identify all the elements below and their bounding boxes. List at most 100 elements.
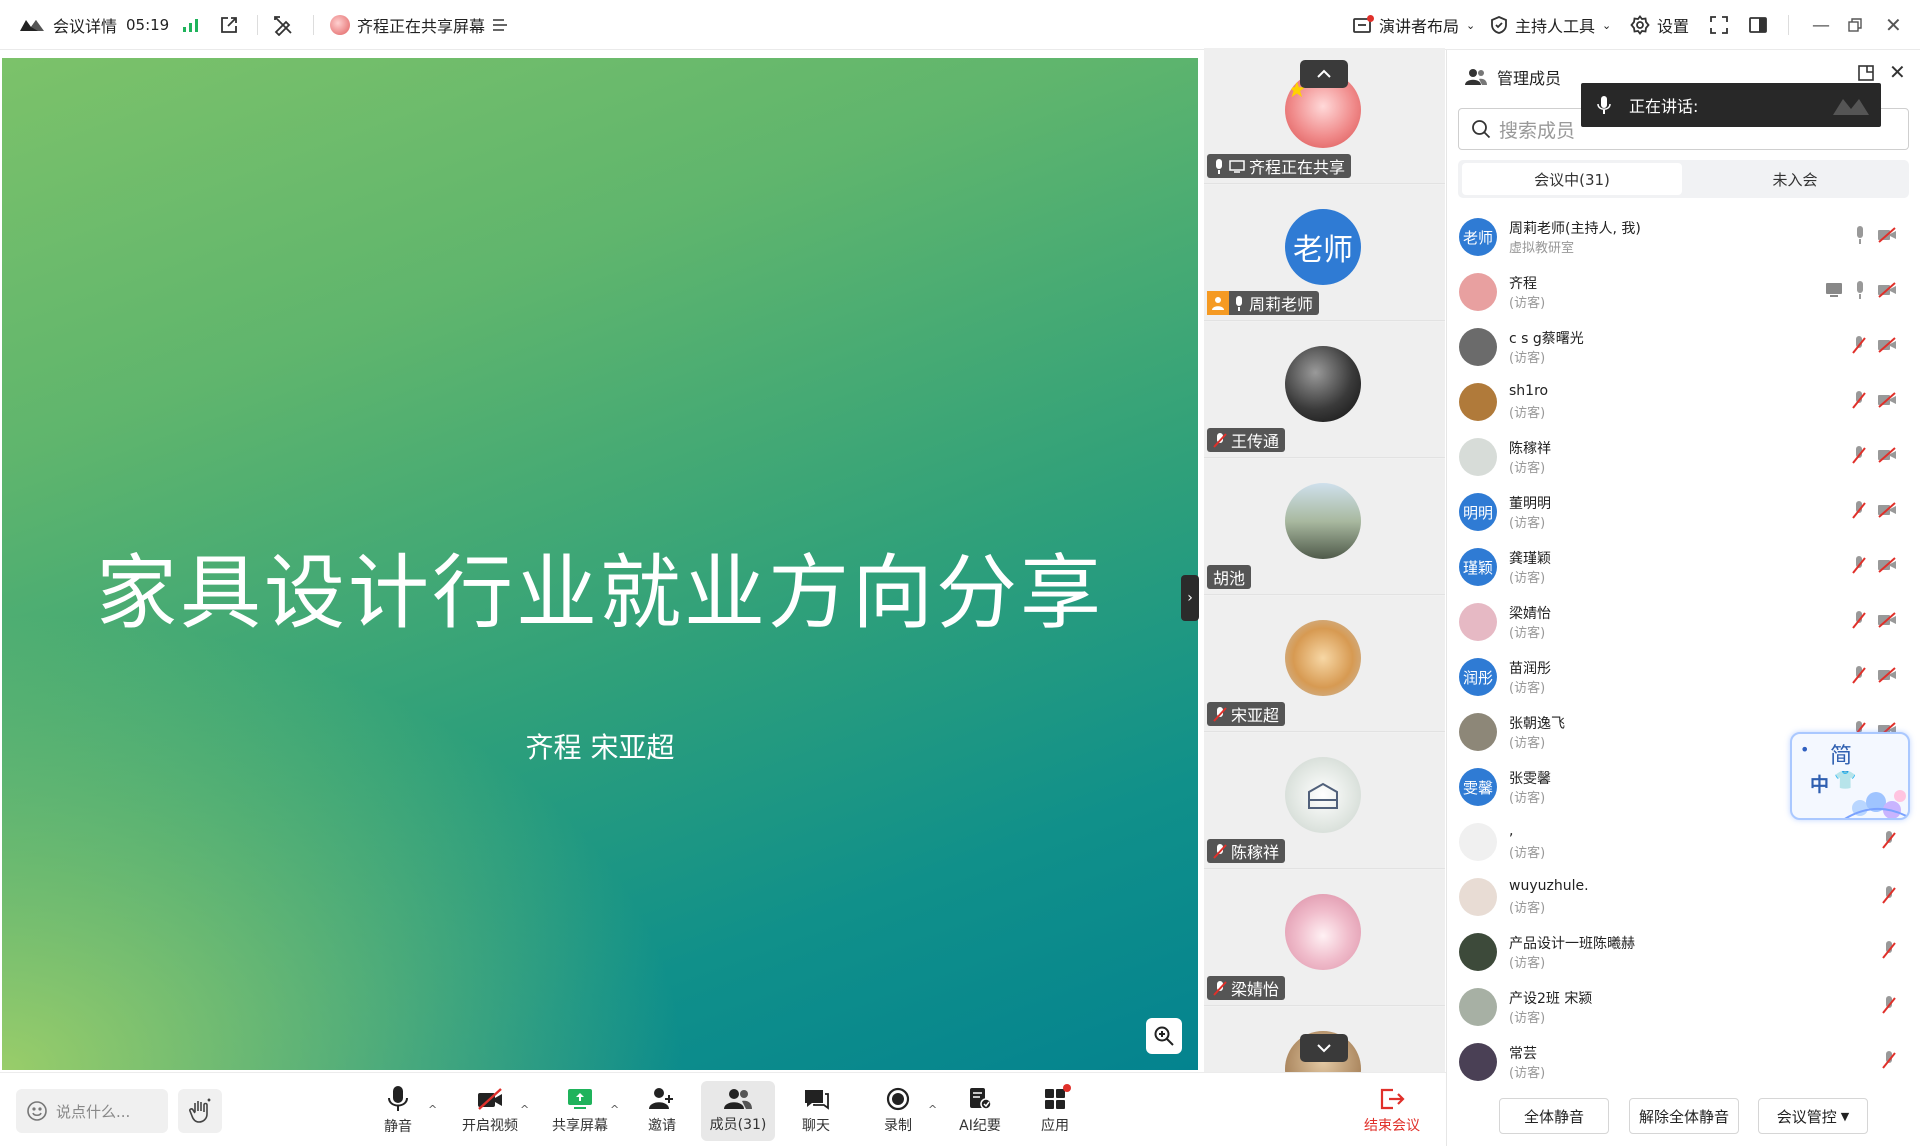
member-row[interactable]: 润彤 苗润彤 (访客) <box>1459 650 1909 705</box>
meeting-details-button[interactable]: 会议详情 <box>18 0 117 50</box>
record-options-caret-icon[interactable]: ^ <box>928 1103 937 1116</box>
end-meeting-button[interactable]: 结束会议 <box>1356 1081 1428 1141</box>
raise-hand-button[interactable] <box>178 1089 222 1133</box>
tab-in-meeting[interactable]: 会议中(31) <box>1462 163 1682 195</box>
member-row[interactable]: 瑾颖 龚瑾颖 (访客) <box>1459 540 1909 595</box>
member-role: (访客) <box>1509 736 1546 751</box>
mic-icon <box>388 1086 408 1111</box>
member-role: (访客) <box>1509 626 1546 641</box>
member-name: 产品设计一班陈曦赫 <box>1509 936 1635 952</box>
member-row[interactable]: , (访客) <box>1459 815 1909 870</box>
member-role: (访客) <box>1509 1066 1546 1081</box>
mic-muted-icon <box>1882 1051 1896 1069</box>
video-off-icon <box>1878 557 1896 573</box>
member-tabs: 会议中(31) 未入会 <box>1458 160 1909 198</box>
member-row[interactable]: 产设2班 宋颍 (访客) <box>1459 980 1909 1035</box>
scroll-down-button[interactable] <box>1300 1034 1348 1062</box>
member-avatar: 润彤 <box>1459 658 1497 696</box>
minimize-icon[interactable]: — <box>1812 0 1830 50</box>
external-window-icon[interactable] <box>219 0 239 50</box>
video-tile[interactable]: 王传通 <box>1204 322 1445 458</box>
network-signal-icon[interactable] <box>182 0 200 50</box>
unmute-all-button[interactable]: 解除全体静音 <box>1629 1098 1739 1134</box>
speaking-indicator: 正在讲话: <box>1581 83 1881 127</box>
members-button[interactable]: 成员(31) <box>701 1081 775 1141</box>
zoom-in-button[interactable] <box>1146 1018 1182 1054</box>
video-off-icon <box>1878 447 1896 463</box>
video-off-icon <box>478 1088 502 1110</box>
video-off-icon <box>1878 337 1896 353</box>
fullscreen-icon[interactable] <box>1709 0 1729 50</box>
apps-button[interactable]: 应用 <box>1033 1081 1077 1141</box>
meeting-control-button[interactable]: 会议管控 ▼ <box>1758 1098 1868 1134</box>
start-video-button[interactable]: 开启视频 <box>458 1081 522 1141</box>
member-status-icons <box>1853 226 1897 244</box>
member-avatar <box>1459 823 1497 861</box>
member-status-icons <box>1825 281 1897 299</box>
member-row[interactable]: 老师 周莉老师(主持人, 我) 虚拟教研室 <box>1459 210 1909 265</box>
side-panel-toggle-icon[interactable] <box>1748 0 1768 50</box>
mute-label: 静音 <box>384 1119 412 1135</box>
mute-button[interactable]: 静音 <box>376 1081 420 1141</box>
member-row[interactable]: 齐程 (访客) <box>1459 265 1909 320</box>
video-tile[interactable]: 老师 周莉老师 <box>1204 185 1445 321</box>
quick-message-input[interactable]: 说点什么... <box>16 1089 168 1133</box>
restore-icon[interactable] <box>1847 0 1863 50</box>
video-tile[interactable]: 陈稼祥 <box>1204 733 1445 869</box>
annotation-off-icon[interactable] <box>272 0 294 50</box>
scroll-up-button[interactable] <box>1300 60 1348 88</box>
search-icon <box>1472 120 1491 139</box>
mute-all-button[interactable]: 全体静音 <box>1499 1098 1609 1134</box>
member-row[interactable]: 产品设计一班陈曦赫 (访客) <box>1459 925 1909 980</box>
member-avatar <box>1459 438 1497 476</box>
share-screen-button[interactable]: 共享屏幕 <box>548 1081 612 1141</box>
speaking-label: 正在讲话: <box>1629 97 1699 116</box>
tencent-meeting-logo-icon <box>1833 99 1869 115</box>
video-tile[interactable]: 宋亚超 <box>1204 596 1445 732</box>
member-status-icons <box>1881 886 1897 904</box>
mic-muted-icon <box>1852 501 1866 519</box>
presenter-layout-button[interactable]: 演讲者布局 ⌄ <box>1352 0 1475 50</box>
collapse-strip-button[interactable]: › <box>1181 575 1199 621</box>
exit-icon <box>1380 1088 1405 1110</box>
panel-header: 管理成员 <box>1465 62 1561 92</box>
member-row[interactable]: c s g蔡曙光 (访客) <box>1459 320 1909 375</box>
member-name: 张雯馨 <box>1509 771 1551 787</box>
member-row[interactable]: sh1ro (访客) <box>1459 375 1909 430</box>
member-row[interactable]: 梁婧怡 (访客) <box>1459 595 1909 650</box>
participant-avatar <box>1285 894 1361 970</box>
participant-name: 陈稼祥 <box>1231 843 1280 862</box>
member-row[interactable]: 明明 董明明 (访客) <box>1459 485 1909 540</box>
member-row[interactable]: wuyuzhule. (访客) <box>1459 870 1909 925</box>
ime-floating-widget[interactable]: • 简 中 👕 <box>1790 732 1910 820</box>
participant-avatar <box>1285 757 1361 833</box>
host-tools-button[interactable]: 主持人工具 ⌄ <box>1490 0 1611 50</box>
video-tile[interactable]: 胡池 <box>1204 459 1445 595</box>
tab-not-joined[interactable]: 未入会 <box>1685 163 1905 195</box>
member-name: 董明明 <box>1509 496 1551 512</box>
settings-button[interactable]: 设置 <box>1630 0 1689 50</box>
close-panel-icon[interactable]: ✕ <box>1889 60 1906 84</box>
mic-muted-icon <box>1882 886 1896 904</box>
member-avatar: 雯馨 <box>1459 768 1497 806</box>
chevron-up-icon <box>1317 69 1331 78</box>
meeting-control-label: 会议管控 <box>1776 1107 1837 1126</box>
share-options-caret-icon[interactable]: ^ <box>610 1103 619 1116</box>
mic-icon <box>1213 158 1225 174</box>
close-window-icon[interactable]: ✕ <box>1885 0 1902 50</box>
member-status-icons <box>1851 391 1897 409</box>
member-avatar: 老师 <box>1459 218 1497 256</box>
sharing-status-button[interactable]: 齐程正在共享屏幕 <box>330 0 508 50</box>
chat-button[interactable]: 聊天 <box>794 1081 838 1141</box>
member-name: 苗润彤 <box>1509 661 1551 677</box>
member-row[interactable]: 常芸 (访客) <box>1459 1035 1909 1090</box>
ai-minutes-button[interactable]: AI纪要 <box>956 1081 1004 1141</box>
record-button[interactable]: 录制 <box>876 1081 920 1141</box>
slide-subtitle: 齐程 宋亚超 <box>525 731 675 764</box>
video-tile[interactable]: 梁婧怡 <box>1204 870 1445 1006</box>
invite-button[interactable]: 邀请 <box>640 1081 684 1141</box>
member-row[interactable]: 陈稼祥 (访客) <box>1459 430 1909 485</box>
video-options-caret-icon[interactable]: ^ <box>520 1103 529 1116</box>
share-screen-icon <box>568 1089 592 1109</box>
mute-options-caret-icon[interactable]: ^ <box>428 1103 437 1116</box>
